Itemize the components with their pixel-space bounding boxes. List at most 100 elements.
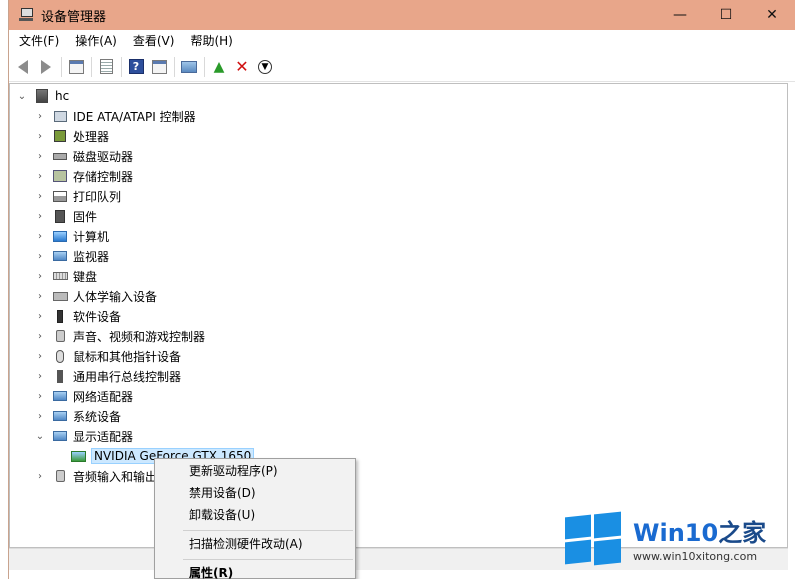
chevron-right-icon[interactable]: › (34, 291, 46, 302)
tree-item-hid[interactable]: › 人体学输入设备 (34, 286, 157, 306)
hid-icon (52, 288, 68, 304)
action-pane-icon (151, 59, 167, 74)
tree-item-label: 监视器 (73, 249, 110, 264)
tree-item-monitor[interactable]: › 监视器 (34, 246, 109, 266)
tree-item-sound[interactable]: › 声音、视频和游戏控制器 (34, 326, 205, 346)
uninstall-x-icon: ✕ (235, 57, 249, 76)
scan-hardware-menu-item[interactable]: 扫描检测硬件改动(A) (189, 533, 303, 555)
tree-item-system-device[interactable]: › 系统设备 (34, 406, 121, 426)
console-tree-icon (68, 59, 84, 74)
help-toolbar-button[interactable]: ? (125, 56, 147, 78)
tree-item-software-device[interactable]: › 软件设备 (34, 306, 121, 326)
chevron-right-icon[interactable]: › (34, 171, 46, 182)
tree-item-computer[interactable]: › 计算机 (34, 226, 109, 246)
tree-root[interactable]: ⌄ hc (16, 86, 69, 106)
chevron-right-icon[interactable]: › (34, 211, 46, 222)
toolbar-separator (204, 56, 205, 77)
tree-item-print-queue[interactable]: › 打印队列 (34, 186, 121, 206)
update-driver-menu-item[interactable]: 更新驱动程序(P) (189, 460, 278, 482)
scan-monitor-icon (181, 60, 197, 73)
chevron-right-icon[interactable]: › (34, 371, 46, 382)
update-driver-toolbar-button[interactable]: ▲ (208, 56, 230, 78)
display-adapter-icon (52, 428, 68, 444)
chevron-right-icon[interactable]: › (34, 151, 46, 162)
chevron-right-icon[interactable]: › (34, 271, 46, 282)
minimize-button[interactable]: — (657, 0, 703, 30)
device-manager-window: 设备管理器 — ☐ ✕ 文件(F) 操作(A) 查看(V) 帮助(H) ? ▲ … (8, 0, 795, 579)
tree-item-keyboard[interactable]: › 键盘 (34, 266, 97, 286)
computer-root-icon (34, 88, 50, 104)
tree-item-mouse[interactable]: › 鼠标和其他指针设备 (34, 346, 181, 366)
chevron-right-icon[interactable]: › (34, 471, 46, 482)
menu-action[interactable]: 操作(A) (67, 30, 125, 52)
tree-item-label: 网络适配器 (73, 389, 134, 404)
tree-item-processor[interactable]: › 处理器 (34, 126, 109, 146)
chevron-right-icon[interactable]: › (34, 111, 46, 122)
tree-item-display-adapter[interactable]: ⌄ 显示适配器 (34, 426, 133, 446)
software-device-icon (52, 308, 68, 324)
storage-controller-icon (52, 168, 68, 184)
uninstall-toolbar-button[interactable]: ✕ (231, 56, 253, 78)
watermark-url: www.win10xitong.com (633, 550, 758, 563)
tree-item-disk[interactable]: › 磁盘驱动器 (34, 146, 133, 166)
keyboard-icon (52, 268, 68, 284)
device-tree[interactable]: ⌄ hc › IDE ATA/ATAPI 控制器 › 处理器 › 磁盘驱动器 ›… (9, 83, 788, 548)
disk-drive-icon (52, 148, 68, 164)
chevron-right-icon[interactable]: › (34, 351, 46, 362)
tree-item-firmware[interactable]: › 固件 (34, 206, 97, 226)
uninstall-device-menu-item[interactable]: 卸载设备(U) (189, 504, 255, 526)
title-bar[interactable]: 设备管理器 — ☐ ✕ (9, 0, 795, 30)
back-button[interactable] (12, 56, 34, 78)
chevron-right-icon[interactable]: › (34, 251, 46, 262)
disable-down-arrow-icon: ▼ (258, 59, 272, 74)
windows-logo-icon (563, 510, 623, 566)
firmware-icon (52, 208, 68, 224)
menu-help[interactable]: 帮助(H) (182, 30, 240, 52)
tree-item-ide[interactable]: › IDE ATA/ATAPI 控制器 (34, 106, 196, 126)
tree-item-audio-io[interactable]: › 音频输入和输出 (34, 466, 157, 486)
window-title: 设备管理器 (41, 9, 107, 25)
menu-view[interactable]: 查看(V) (125, 30, 183, 52)
show-hide-console-tree-button[interactable] (65, 56, 87, 78)
toolbar-separator (61, 56, 62, 77)
usb-icon (52, 368, 68, 384)
watermark-brand: Win10 (633, 519, 719, 547)
chevron-right-icon[interactable]: › (34, 411, 46, 422)
tree-item-label: 处理器 (73, 129, 110, 144)
chevron-right-icon[interactable]: › (34, 191, 46, 202)
chevron-right-icon[interactable]: › (34, 231, 46, 242)
monitor-icon (52, 248, 68, 264)
toolbar-separator (91, 56, 92, 77)
action-pane-button[interactable] (148, 56, 170, 78)
chevron-down-icon[interactable]: ⌄ (34, 431, 46, 442)
tree-item-label: 磁盘驱动器 (73, 149, 134, 164)
tree-item-label: 通用串行总线控制器 (73, 369, 182, 384)
chevron-down-icon[interactable]: ⌄ (16, 91, 28, 102)
win10-watermark-logo: Win10之家 www.win10xitong.com (563, 508, 795, 568)
tree-item-network[interactable]: › 网络适配器 (34, 386, 133, 406)
ide-controller-icon (52, 108, 68, 124)
tree-root-label: hc (55, 89, 70, 103)
tree-item-label: 计算机 (73, 229, 110, 244)
scan-hardware-button[interactable] (178, 56, 200, 78)
chevron-right-icon[interactable]: › (34, 131, 46, 142)
chevron-right-icon[interactable]: › (34, 331, 46, 342)
chevron-right-icon[interactable]: › (34, 391, 46, 402)
gpu-icon (70, 448, 86, 464)
system-device-icon (52, 408, 68, 424)
close-button[interactable]: ✕ (749, 0, 795, 30)
properties-menu-item[interactable]: 属性(R) (189, 562, 233, 579)
chevron-right-icon[interactable]: › (34, 311, 46, 322)
maximize-button[interactable]: ☐ (703, 0, 749, 30)
device-manager-app-icon (18, 7, 34, 23)
tree-item-usb[interactable]: › 通用串行总线控制器 (34, 366, 181, 386)
tree-item-label: IDE ATA/ATAPI 控制器 (73, 109, 196, 124)
disable-device-menu-item[interactable]: 禁用设备(D) (189, 482, 256, 504)
forward-button[interactable] (35, 56, 57, 78)
background-window-edge (0, 0, 8, 579)
menu-file[interactable]: 文件(F) (11, 30, 67, 52)
computer-icon (52, 228, 68, 244)
tree-item-storage[interactable]: › 存储控制器 (34, 166, 133, 186)
disable-toolbar-button[interactable]: ▼ (254, 56, 276, 78)
properties-toolbar-button[interactable] (95, 56, 117, 78)
